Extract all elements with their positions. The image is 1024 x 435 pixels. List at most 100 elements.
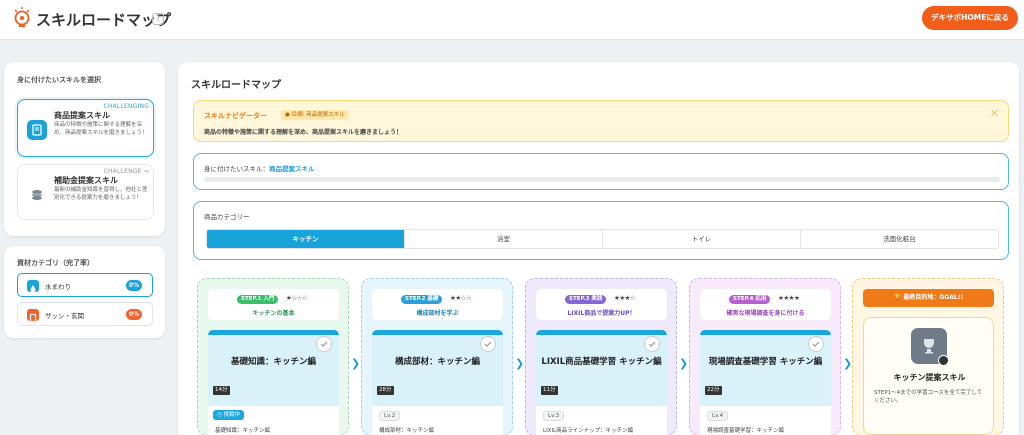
goal-description: STEP1〜4までの学習コースを全て完了してください。 xyxy=(874,390,983,404)
step-card-3: STEP.3 実践 ★★★☆ LIXIL商品で提案力UP！ LIXIL商品基礎学… xyxy=(525,278,677,435)
step-badge: STEP.2 基礎 xyxy=(401,295,443,304)
course-card[interactable]: 現場調査基礎学習 キッチン編 22分 Lv.4 現場調査基礎学習：キッチン編 xyxy=(700,330,831,435)
level-badge: Lv.2 xyxy=(379,411,401,421)
level-badge: Lv.3 xyxy=(543,411,565,421)
lightbulb-logo-icon xyxy=(14,7,30,27)
step-subtitle: 構成部材を学ぶ xyxy=(416,310,459,317)
step-stars: ★★☆☆ xyxy=(450,294,472,302)
course-description: LIXIL商品ラインナップ：キッチン編 xyxy=(543,428,634,434)
check-icon[interactable] xyxy=(644,336,660,352)
water-drop-icon xyxy=(27,280,39,293)
skill-description: 最新の補助金知識を習得し、他社と差別化できる提案力を磨きましょう！ xyxy=(54,187,148,201)
door-icon xyxy=(27,309,39,323)
step-subtitle: キッチンの基本 xyxy=(252,310,295,317)
material-progress-badge: 0% xyxy=(126,280,142,291)
goal-badge-text: 最終目的地：GOAL!! xyxy=(903,294,964,301)
step-stars: ★☆☆☆ xyxy=(286,294,308,302)
course-card[interactable]: 構成部材：キッチン編 28分 Lv.2 構成部材：キッチン編 xyxy=(372,330,503,435)
step-header: STEP.4 応用 ★★★★ 確実な現場調査を身に付ける xyxy=(700,289,831,320)
tab-bathroom[interactable]: 浴室 xyxy=(405,230,603,248)
skill-navigator: スキルナビゲーター ● 目標: 商品提案スキル 商品の特徴や施策に関する理解を深… xyxy=(193,100,1009,142)
goal-badge: 🏆 最終目的地：GOAL!! xyxy=(863,289,994,307)
duration-badge: 11分 xyxy=(541,386,558,395)
skill-progress-bar xyxy=(204,177,1000,182)
course-card[interactable]: LIXIL商品基礎学習 キッチン編 11分 Lv.3 LIXIL商品ラインナップ… xyxy=(536,330,667,435)
course-title: 現場調査基礎学習 キッチン編 xyxy=(708,357,823,367)
step-subtitle: LIXIL商品で提案力UP！ xyxy=(567,310,636,317)
course-card[interactable]: 基礎知識：キッチン編 14分 ◷ 挑戦中 基礎知識：キッチン編 xyxy=(208,330,339,435)
app-title: スキルロードマップ xyxy=(36,11,172,29)
clock-icon: ◷ xyxy=(217,412,222,418)
app-header: スキルロードマップ ? デキサポHOMEに戻る xyxy=(0,0,1024,40)
material-item-sash[interactable]: サッシ・玄関 0% xyxy=(17,302,153,326)
step-card-1: STEP.1 入門 ★☆☆☆ キッチンの基本 基礎知識：キッチン編 14分 ◷ … xyxy=(197,278,349,435)
roadmap-title: スキルロードマップ xyxy=(191,80,281,91)
step-subtitle: 確実な現場調査を身に付ける xyxy=(726,310,805,317)
goal-inner: キッチン提案スキル STEP1〜4までの学習コースを全て完了してください。 xyxy=(863,317,994,435)
step-header: STEP.1 入門 ★☆☆☆ キッチンの基本 xyxy=(208,289,339,320)
target-skill-box: 身に付けたいスキル：商品提案スキル xyxy=(193,153,1009,190)
step-header: STEP.3 実践 ★★★☆ LIXIL商品で提案力UP！ xyxy=(536,289,667,320)
skill-select-title: 身に付けたいスキルを選択 xyxy=(17,76,101,84)
check-icon[interactable] xyxy=(316,336,332,352)
skill-card-subsidy-proposal[interactable]: 補助金提案スキル CHALLENGE ⇒ 最新の補助金知識を習得し、他社と差別化… xyxy=(17,164,154,220)
home-button[interactable]: デキサポHOMEに戻る xyxy=(922,6,1018,30)
step-card-4: STEP.4 応用 ★★★★ 確実な現場調査を身に付ける 現場調査基礎学習 キッ… xyxy=(689,278,841,435)
chevron-right-icon: ❯ xyxy=(843,357,853,370)
step-card-2: STEP.2 基礎 ★★☆☆ 構成部材を学ぶ 構成部材：キッチン編 28分 Lv… xyxy=(361,278,513,435)
status-text: 挑戦中 xyxy=(223,412,241,418)
skill-status-tag: CHALLENGING xyxy=(103,103,149,110)
chevron-right-icon: ❯ xyxy=(515,357,525,370)
material-category-title: 資材カテゴリ（完了率） xyxy=(17,259,94,267)
close-icon[interactable]: ✕ xyxy=(990,107,999,120)
material-label: 水まわり xyxy=(45,283,71,291)
navigator-goal-badge: ● 目標: 商品提案スキル xyxy=(281,110,349,120)
step-stars: ★★★★ xyxy=(778,294,800,302)
pin-icon: ● xyxy=(285,112,290,118)
step-stars: ★★★☆ xyxy=(614,294,636,302)
goal-card: 🏆 最終目的地：GOAL!! キッチン提案スキル STEP1〜4までの学習コース… xyxy=(852,278,1004,435)
tab-vanity[interactable]: 洗面化粧台 xyxy=(801,230,998,248)
goal-title: キッチン提案スキル xyxy=(893,373,966,382)
duration-badge: 28分 xyxy=(377,386,394,395)
navigator-description: 商品の特徴や施策に関する理解を深め、商品提案スキルを磨きましょう！ xyxy=(204,129,403,136)
step-badge: STEP.3 実践 xyxy=(565,295,607,304)
navigator-title: スキルナビゲーター xyxy=(204,112,267,120)
level-badge: Lv.4 xyxy=(707,411,729,421)
course-title: 基礎知識：キッチン編 xyxy=(230,357,316,367)
product-category-label: 商品カテゴリー xyxy=(204,213,250,221)
lock-icon xyxy=(938,355,949,366)
skill-card-product-proposal[interactable]: 商品提案スキル CHALLENGING 商品の特徴や施策に関する理解を深め、商品… xyxy=(17,99,154,157)
check-icon[interactable] xyxy=(480,336,496,352)
target-skill-value: 商品提案スキル xyxy=(269,165,315,173)
skill-status-tag: CHALLENGE ⇒ xyxy=(103,168,149,175)
chevron-right-icon: ❯ xyxy=(351,357,361,370)
check-icon[interactable] xyxy=(808,336,824,352)
course-description: 構成部材：キッチン編 xyxy=(379,428,435,434)
category-tabs: キッチン 浴室 トイレ 洗面化粧台 xyxy=(206,229,999,249)
coins-icon xyxy=(27,185,47,205)
duration-badge: 22分 xyxy=(705,386,722,395)
course-description: 基礎知識：キッチン編 xyxy=(215,428,271,434)
in-progress-badge: ◷ 挑戦中 xyxy=(213,410,245,420)
step-badge: STEP.4 応用 xyxy=(729,295,771,304)
course-title: LIXIL商品基礎学習 キッチン編 xyxy=(541,357,662,367)
tab-kitchen[interactable]: キッチン xyxy=(207,230,405,248)
duration-badge: 14分 xyxy=(213,386,230,395)
goal-text: 目標: 商品提案スキル xyxy=(291,112,345,118)
book-icon xyxy=(27,120,47,140)
product-category-box: 商品カテゴリー キッチン 浴室 トイレ 洗面化粧台 xyxy=(193,201,1009,260)
target-skill-row: 身に付けたいスキル：商品提案スキル xyxy=(204,163,315,173)
step-badge: STEP.1 入門 xyxy=(237,295,279,304)
step-header: STEP.2 基礎 ★★☆☆ 構成部材を学ぶ xyxy=(372,289,503,320)
course-title: 構成部材：キッチン編 xyxy=(394,357,480,367)
help-icon[interactable]: ? xyxy=(152,13,164,25)
material-label: サッシ・玄関 xyxy=(45,312,84,320)
trophy-small-icon: 🏆 xyxy=(893,294,902,301)
material-item-water[interactable]: 水まわり 0% xyxy=(17,273,153,297)
chevron-right-icon: ❯ xyxy=(679,357,689,370)
tab-toilet[interactable]: トイレ xyxy=(603,230,801,248)
skill-name: 商品提案スキル xyxy=(54,111,110,120)
target-skill-label: 身に付けたいスキル： xyxy=(204,165,269,173)
skill-name: 補助金提案スキル xyxy=(54,176,118,185)
